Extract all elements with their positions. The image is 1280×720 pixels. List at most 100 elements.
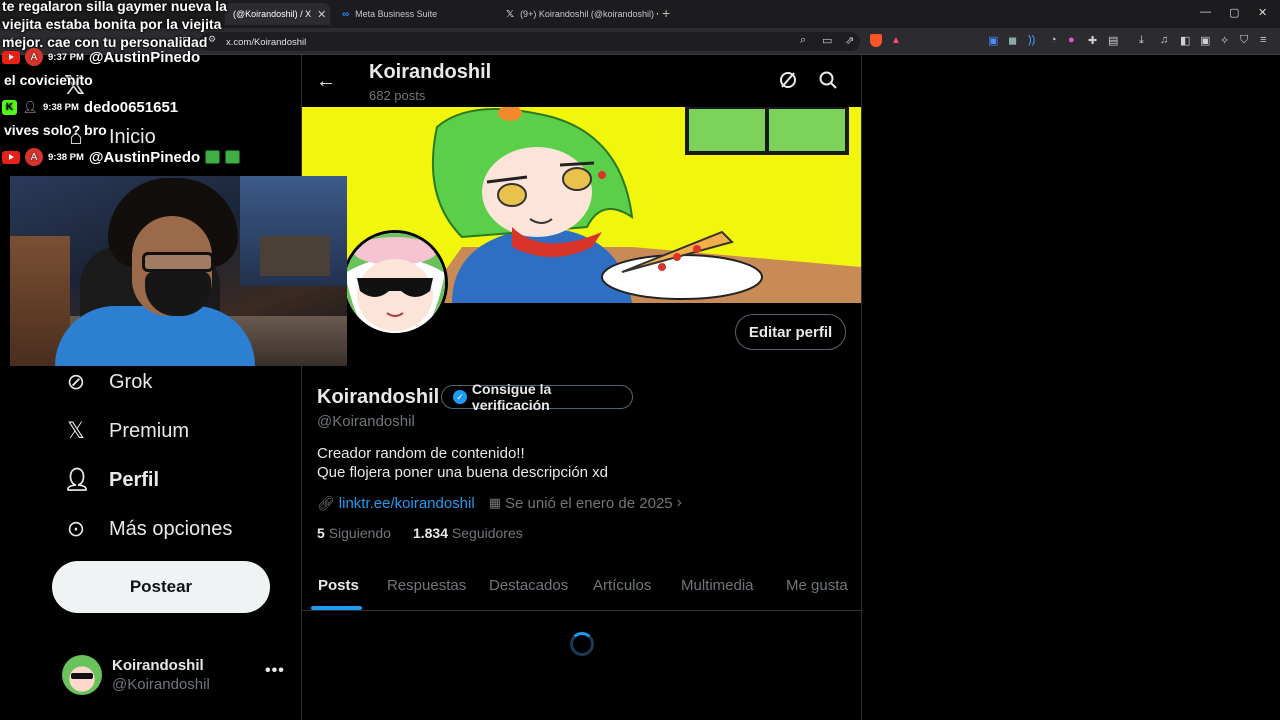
bio-line: Que flojera poner una buena descripción … [317, 464, 609, 481]
nav-item-grok[interactable]: ⊘ Grok [63, 367, 153, 397]
menu-icon[interactable]: ≡ [1260, 34, 1266, 46]
tab-destacados[interactable]: Destacados [489, 577, 568, 594]
avatar: A [25, 148, 43, 166]
grok-icon[interactable] [778, 70, 798, 90]
extension-icon[interactable]: ◼ [1008, 34, 1017, 47]
followers-label: Seguidores [451, 525, 523, 541]
following-count: 5 [317, 525, 325, 541]
nav-label: Grok [109, 370, 153, 393]
avatar [62, 655, 102, 695]
chat-username: dedo0651651 [83, 98, 179, 116]
sidebar-icon[interactable]: ◧ [1180, 34, 1190, 47]
zoom-icon[interactable]: ⌕ [800, 34, 806, 47]
extension-icon[interactable]: )) [1028, 34, 1035, 46]
nav-item-perfil[interactable]: 👤︎ Perfil [63, 465, 159, 495]
brave-rewards-icon[interactable]: ▲ [891, 35, 901, 46]
account-name: Koirandoshil [112, 657, 204, 674]
tab-multimedia[interactable]: Multimedia [681, 577, 754, 594]
x-logo-icon: 𝕏 [506, 8, 515, 20]
media-icon[interactable]: ♫ [1160, 34, 1168, 46]
translate-icon[interactable]: ▣ [988, 34, 998, 47]
chat-username: @AustinPinedo [88, 148, 201, 166]
account-handle: @Koirandoshil [112, 676, 210, 693]
brave-shield-icon[interactable] [870, 34, 882, 47]
tab-respuestas[interactable]: Respuestas [387, 577, 466, 594]
avatar: A [25, 48, 43, 66]
leo-icon[interactable]: ✧ [1220, 34, 1229, 47]
following-stat[interactable]: 5 Siguiendo [317, 525, 391, 541]
youtube-icon [2, 50, 20, 64]
chevron-right-icon[interactable]: › [677, 494, 682, 512]
grok-icon: ⊘ [66, 369, 86, 394]
new-tab-button[interactable]: + [662, 5, 670, 21]
webcam-person [55, 306, 255, 366]
vpn-icon[interactable]: ⛉ [1240, 34, 1248, 47]
emote-icon [225, 150, 241, 164]
following-label: Siguiendo [328, 525, 391, 541]
chat-message: el covicienito [4, 72, 93, 88]
emote-icon [205, 150, 221, 164]
post-button[interactable]: Postear [52, 561, 270, 613]
nav-item-mas-opciones[interactable]: ⊙ Más opciones [63, 514, 233, 544]
extension-icon[interactable]: ● [1068, 34, 1075, 46]
minimize-icon[interactable]: — [1200, 6, 1211, 18]
share-icon[interactable]: ⇗ [845, 34, 854, 47]
profile-tabs: Posts Respuestas Destacados Artículos Mu… [302, 561, 861, 611]
follow-stats: 5 Siguiendo 1.834 Seguidores [317, 525, 523, 541]
browser-tab-twitch[interactable]: 𝕏 (9+) Koirandoshil (@koirandoshil) • T [498, 3, 658, 25]
nav-label: Premium [109, 419, 190, 442]
calendar-icon: ▦ [488, 495, 501, 510]
tab-close-icon[interactable]: ✕ [317, 8, 326, 21]
x-premium-icon: 𝕏 [67, 418, 85, 443]
chat-username: @AustinPinedo [88, 48, 201, 66]
profile-link[interactable]: linktr.ee/koirandoshil [339, 495, 475, 512]
webcam-background [260, 236, 330, 276]
chat-time: 9:38 PM [48, 151, 84, 163]
get-verified-button[interactable]: ✓ Consigue la verificación [441, 381, 633, 413]
user-icon: 👤︎ [22, 100, 38, 114]
header-profile-name: Koirandoshil [369, 61, 492, 83]
chat-time: 9:37 PM [48, 51, 84, 63]
verified-badge-icon: ✓ [453, 390, 467, 404]
chat-message-top: te regalaron silla gaymer nueva la vieji… [2, 0, 227, 50]
header-post-count: 682 posts [369, 88, 426, 103]
wallet-icon[interactable]: ▣ [1200, 34, 1210, 47]
search-icon[interactable] [818, 70, 838, 90]
download-icon[interactable]: ⤓ [1139, 34, 1144, 47]
profile-handle: @Koirandoshil [317, 413, 415, 430]
followers-count: 1.834 [412, 525, 449, 541]
person-icon: 👤︎ [63, 467, 91, 492]
tab-title: (9+) Koirandoshil (@koirandoshil) • T [520, 9, 658, 19]
chat-time: 9:38 PM [43, 101, 79, 113]
profile-bio: Creador random de contenido!! Que flojer… [317, 444, 608, 482]
cast-icon[interactable]: ▭ [822, 34, 832, 47]
tab-posts[interactable]: Posts [318, 577, 359, 594]
maximize-icon[interactable]: ▢ [1229, 6, 1239, 19]
followers-stat[interactable]: 1.834 Seguidores [413, 525, 523, 541]
more-circle-icon: ⊙ [66, 516, 86, 541]
nav-label: Perfil [109, 468, 160, 491]
youtube-icon [2, 150, 20, 164]
chat-line: A 9:37 PM @AustinPinedo [2, 46, 200, 68]
verify-label: Consigue la verificación [471, 381, 552, 413]
tab-title: Meta Business Suite [355, 9, 438, 19]
puzzle-icon[interactable]: ✚ [1088, 34, 1097, 47]
chat-line: A 9:38 PM @AustinPinedo [2, 146, 241, 168]
chat-line: K 👤︎ 9:38 PM dedo0651651 [2, 96, 178, 118]
back-arrow-icon[interactable]: ← [316, 70, 336, 93]
tab-articulos[interactable]: Artículos [593, 577, 651, 594]
close-window-icon[interactable]: ✕ [1258, 6, 1267, 19]
link-icon: 🔗︎ [317, 494, 335, 511]
profile-avatar[interactable] [342, 230, 448, 336]
avatar-illustration [345, 233, 445, 333]
account-more-icon[interactable]: ••• [265, 662, 285, 680]
edit-profile-button[interactable]: Editar perfil [735, 314, 846, 350]
extension-icon[interactable]: ▤ [1108, 34, 1118, 47]
profile-meta: 🔗︎ linktr.ee/koirandoshil ▦ Se unió el e… [317, 494, 682, 512]
extension-icon[interactable]: ◔ [1050, 34, 1057, 46]
nav-item-premium[interactable]: 𝕏 Premium [63, 416, 189, 446]
tab-me-gusta[interactable]: Me gusta [786, 577, 848, 594]
account-switcher[interactable]: Koirandoshil @Koirandoshil [62, 654, 287, 696]
column-divider [861, 55, 862, 720]
browser-tab-meta[interactable]: ∞ Meta Business Suite [334, 3, 494, 25]
